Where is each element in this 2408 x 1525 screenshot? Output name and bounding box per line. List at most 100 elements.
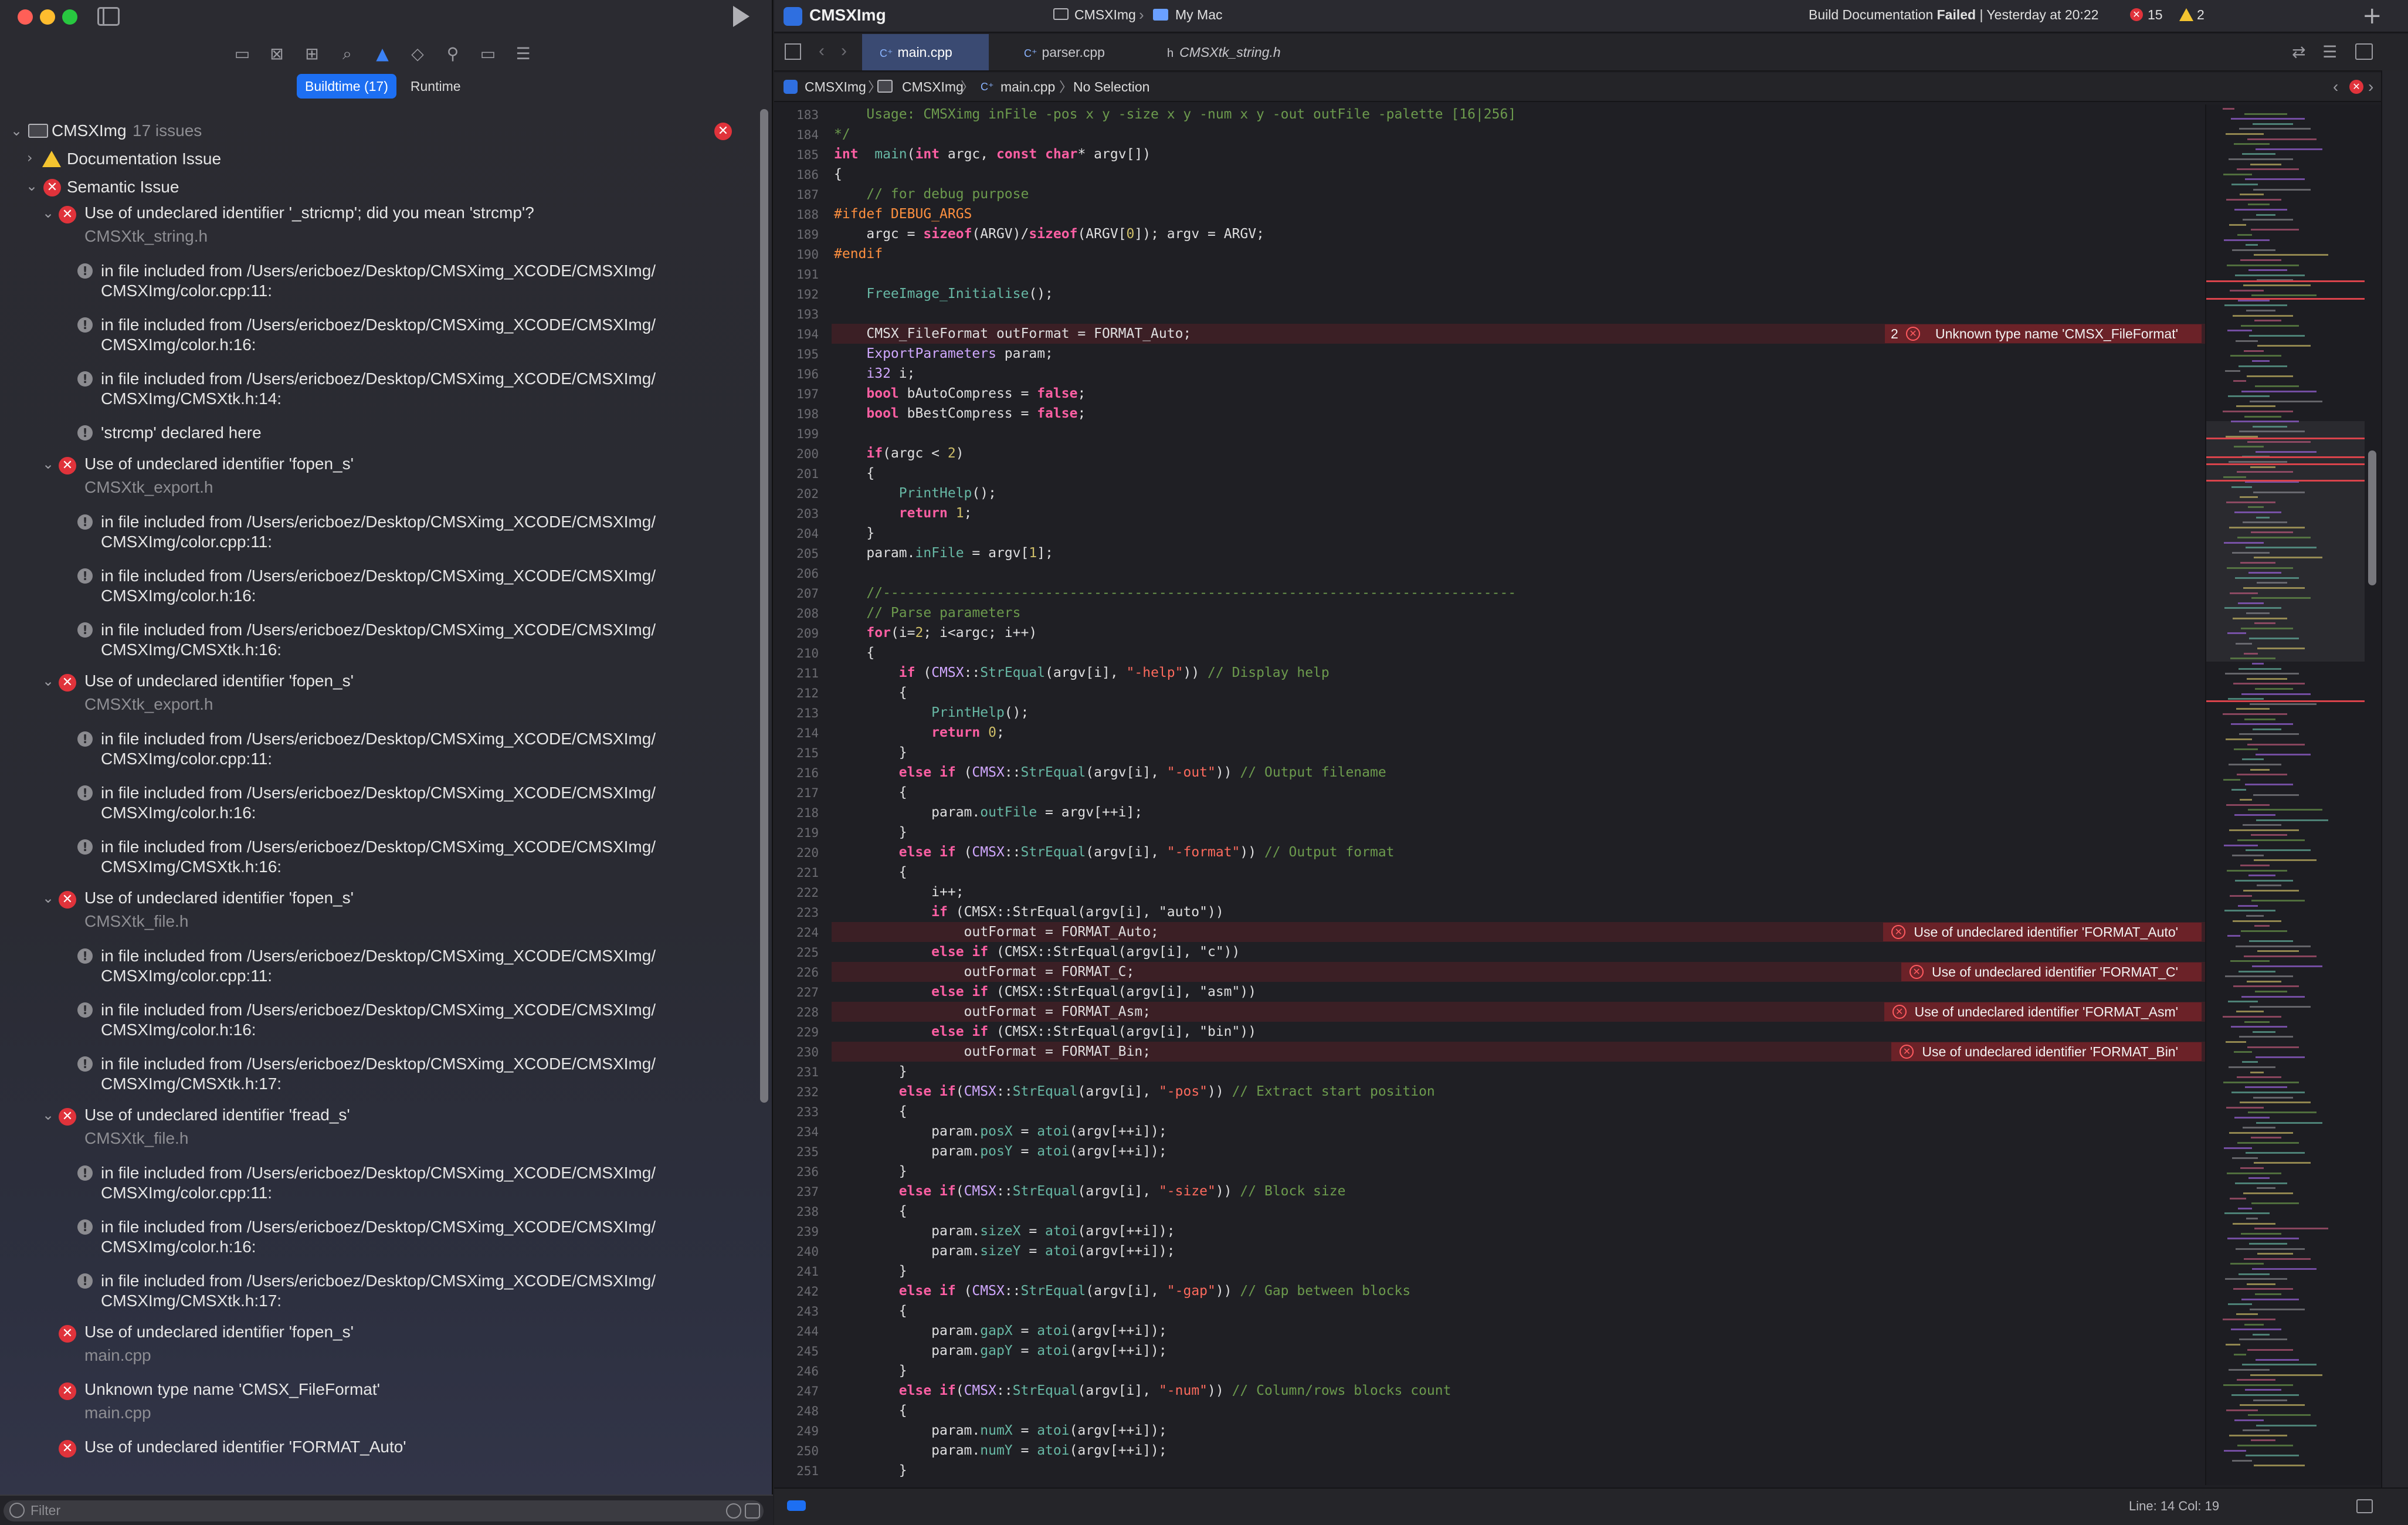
code-line[interactable]: {	[834, 645, 874, 660]
chevron-down-icon[interactable]: ⌄	[26, 178, 38, 194]
note-row[interactable]: ! in file included from /Users/ericboez/D…	[0, 1217, 757, 1259]
chevron-down-icon[interactable]: ⌄	[42, 456, 54, 472]
note-row[interactable]: ! in file included from /Users/ericboez/D…	[0, 783, 757, 825]
source-editor[interactable]: 183 Usage: CMSXimg inFile -pos x y -size…	[774, 104, 2205, 1485]
code-line[interactable]: for(i=2; i<argc; i++)	[834, 625, 1037, 640]
chevron-down-icon[interactable]: ⌄	[42, 1107, 54, 1123]
source-control-icon[interactable]: ⊠	[265, 43, 289, 65]
code-line[interactable]: CMSX_FileFormat outFormat = FORMAT_Auto;	[834, 326, 1191, 341]
code-line[interactable]: int main(int argc, const char* argv[])	[834, 147, 1151, 162]
inline-error-annotation[interactable]: 2 ✕ Unknown type name 'CMSX_FileFormat'	[1885, 324, 2202, 343]
code-line[interactable]: }	[834, 1064, 907, 1079]
grid-icon[interactable]	[785, 43, 801, 60]
code-line[interactable]: else if(CMSX::StrEqual(argv[i], "-size")…	[834, 1184, 1346, 1199]
note-row[interactable]: ! in file included from /Users/ericboez/D…	[0, 512, 757, 554]
code-line[interactable]: FreeImage_Initialise();	[834, 286, 1053, 301]
run-button[interactable]	[733, 6, 749, 27]
note-row[interactable]: ! in file included from /Users/ericboez/D…	[0, 261, 757, 303]
code-line[interactable]: #endif	[834, 246, 883, 262]
issue-row[interactable]: ✕ Use of undeclared identifier 'fopen_s' m…	[0, 1323, 757, 1365]
chevron-down-icon[interactable]: ⌄	[42, 673, 54, 689]
find-icon[interactable]: ⌕	[335, 43, 359, 65]
code-line[interactable]: if (CMSX::StrEqual(argv[i], "-help")) //…	[834, 665, 1330, 680]
code-line[interactable]: bool bAutoCompress = false;	[834, 386, 1086, 401]
add-icon[interactable]: +	[2362, 2, 2382, 29]
code-line[interactable]: argc = sizeof(ARGV)/sizeof(ARGV[0]); arg…	[834, 226, 1264, 242]
code-line[interactable]: // for debug purpose	[834, 187, 1029, 202]
inline-error-annotation[interactable]: ✕ Use of undeclared identifier 'FORMAT_C'	[1901, 963, 2202, 981]
issue-row[interactable]: ⌄ ✕ Use of undeclared identifier 'fread_s'…	[0, 1106, 757, 1148]
code-line[interactable]: param.inFile = argv[1];	[834, 545, 1053, 561]
project-row[interactable]: ⌄ CMSXImg 17 issues ✕	[0, 120, 757, 141]
debug-icon[interactable]: ⚲	[441, 43, 464, 65]
code-line[interactable]: else if (CMSX::StrEqual(argv[i], "bin"))	[834, 1024, 1256, 1039]
editor-scroll-thumb[interactable]	[2368, 450, 2376, 585]
code-line[interactable]: */	[834, 127, 850, 142]
code-line[interactable]: param.posY = atoi(argv[++i]);	[834, 1144, 1167, 1159]
code-line[interactable]: Usage: CMSXimg inFile -pos x y -size x y…	[834, 107, 1516, 122]
report-icon[interactable]: ☰	[511, 43, 535, 65]
code-line[interactable]: param.sizeY = atoi(argv[++i]);	[834, 1243, 1175, 1259]
code-line[interactable]: i++;	[834, 884, 964, 900]
breakpoint-icon[interactable]: ▭	[476, 43, 500, 65]
note-row[interactable]: ! in file included from /Users/ericboez/D…	[0, 1000, 757, 1042]
issue-row[interactable]: ✕ Unknown type name 'CMSX_FileFormat' main…	[0, 1380, 757, 1422]
issue-row[interactable]: ⌄ ✕ Use of undeclared identifier 'fopen_s'…	[0, 455, 757, 497]
group-row-semantic[interactable]: ⌄ ✕ Semantic Issue	[0, 177, 757, 198]
code-line[interactable]: else if (CMSX::StrEqual(argv[i], "c"))	[834, 944, 1240, 960]
note-row[interactable]: ! 'strcmp' declared here	[0, 423, 757, 446]
code-line[interactable]: {	[834, 1303, 907, 1319]
code-line[interactable]: {	[834, 785, 907, 800]
warning-count[interactable]: 2	[2197, 7, 2204, 23]
previous-issue-icon[interactable]: ‹	[2333, 73, 2338, 101]
code-line[interactable]: param.numY = atoi(argv[++i]);	[834, 1443, 1167, 1458]
inline-error-annotation[interactable]: ✕ Use of undeclared identifier 'FORMAT_As…	[1884, 1002, 2202, 1021]
breadcrumb-project[interactable]: CMSXImg	[805, 73, 866, 101]
code-line[interactable]: param.posX = atoi(argv[++i]);	[834, 1124, 1167, 1139]
code-line[interactable]: param.sizeX = atoi(argv[++i]);	[834, 1224, 1175, 1239]
error-count[interactable]: 15	[2148, 7, 2163, 23]
code-line[interactable]: param.outFile = argv[++i];	[834, 805, 1142, 820]
inline-error-annotation[interactable]: ✕ Use of undeclared identifier 'FORMAT_Bi…	[1891, 1042, 2202, 1061]
scheme-selector[interactable]: CMSXImg	[1074, 7, 1136, 23]
code-line[interactable]: }	[834, 825, 907, 840]
code-line[interactable]: param.gapX = atoi(argv[++i]);	[834, 1323, 1167, 1338]
code-line[interactable]: else if (CMSX::StrEqual(argv[i], "-out")…	[834, 765, 1386, 780]
note-row[interactable]: ! in file included from /Users/ericboez/D…	[0, 315, 757, 357]
code-line[interactable]: {	[834, 1403, 907, 1418]
code-line[interactable]: }	[834, 1263, 907, 1279]
forward-icon[interactable]: ›	[841, 41, 847, 61]
issue-row[interactable]: ⌄ ✕ Use of undeclared identifier 'fopen_s'…	[0, 889, 757, 931]
console-toggle-icon[interactable]	[787, 1500, 806, 1511]
code-line[interactable]: {	[834, 685, 907, 700]
note-row[interactable]: ! in file included from /Users/ericboez/D…	[0, 729, 757, 771]
group-row-documentation[interactable]: › Documentation Issue	[0, 148, 757, 170]
tab-cmsxtk-string-h[interactable]: h CMSXtk_string.h	[1149, 34, 1325, 70]
error-filter-icon[interactable]	[745, 1503, 760, 1519]
inline-error-annotation[interactable]: ✕ Use of undeclared identifier 'FORMAT_Au…	[1883, 923, 2202, 941]
code-line[interactable]: #ifdef DEBUG_ARGS	[834, 206, 972, 222]
tab-parser-cpp[interactable]: C⁺ parser.cpp	[1006, 34, 1133, 70]
note-row[interactable]: ! in file included from /Users/ericboez/D…	[0, 837, 757, 879]
code-line[interactable]: param.numX = atoi(argv[++i]);	[834, 1423, 1167, 1438]
code-line[interactable]: }	[834, 1164, 907, 1179]
code-line[interactable]: outFormat = FORMAT_C;	[834, 964, 1135, 980]
code-line[interactable]: {	[834, 1104, 907, 1119]
code-line[interactable]: ExportParameters param;	[834, 346, 1053, 361]
related-items-icon[interactable]: ⇄	[2292, 42, 2305, 62]
chevron-down-icon[interactable]: ⌄	[42, 890, 54, 906]
zoom-window-button[interactable]	[62, 9, 77, 25]
code-line[interactable]: }	[834, 526, 874, 541]
breadcrumb-group[interactable]: CMSXImg	[902, 73, 964, 101]
code-line[interactable]: return 1;	[834, 506, 972, 521]
code-line[interactable]: {	[834, 865, 907, 880]
code-line[interactable]: }	[834, 1363, 907, 1378]
code-line[interactable]: PrintHelp();	[834, 705, 1029, 720]
tab-buildtime[interactable]: Buildtime (17)	[297, 74, 396, 99]
issue-row[interactable]: ⌄ ✕ Use of undeclared identifier '_stricmp…	[0, 204, 757, 246]
test-icon[interactable]: ◇	[406, 43, 429, 65]
destination-selector[interactable]: My Mac	[1175, 7, 1223, 23]
sidebar-toggle-icon[interactable]	[97, 7, 120, 26]
editor-options-icon[interactable]: ☰	[2322, 42, 2337, 62]
code-line[interactable]: {	[834, 466, 874, 481]
